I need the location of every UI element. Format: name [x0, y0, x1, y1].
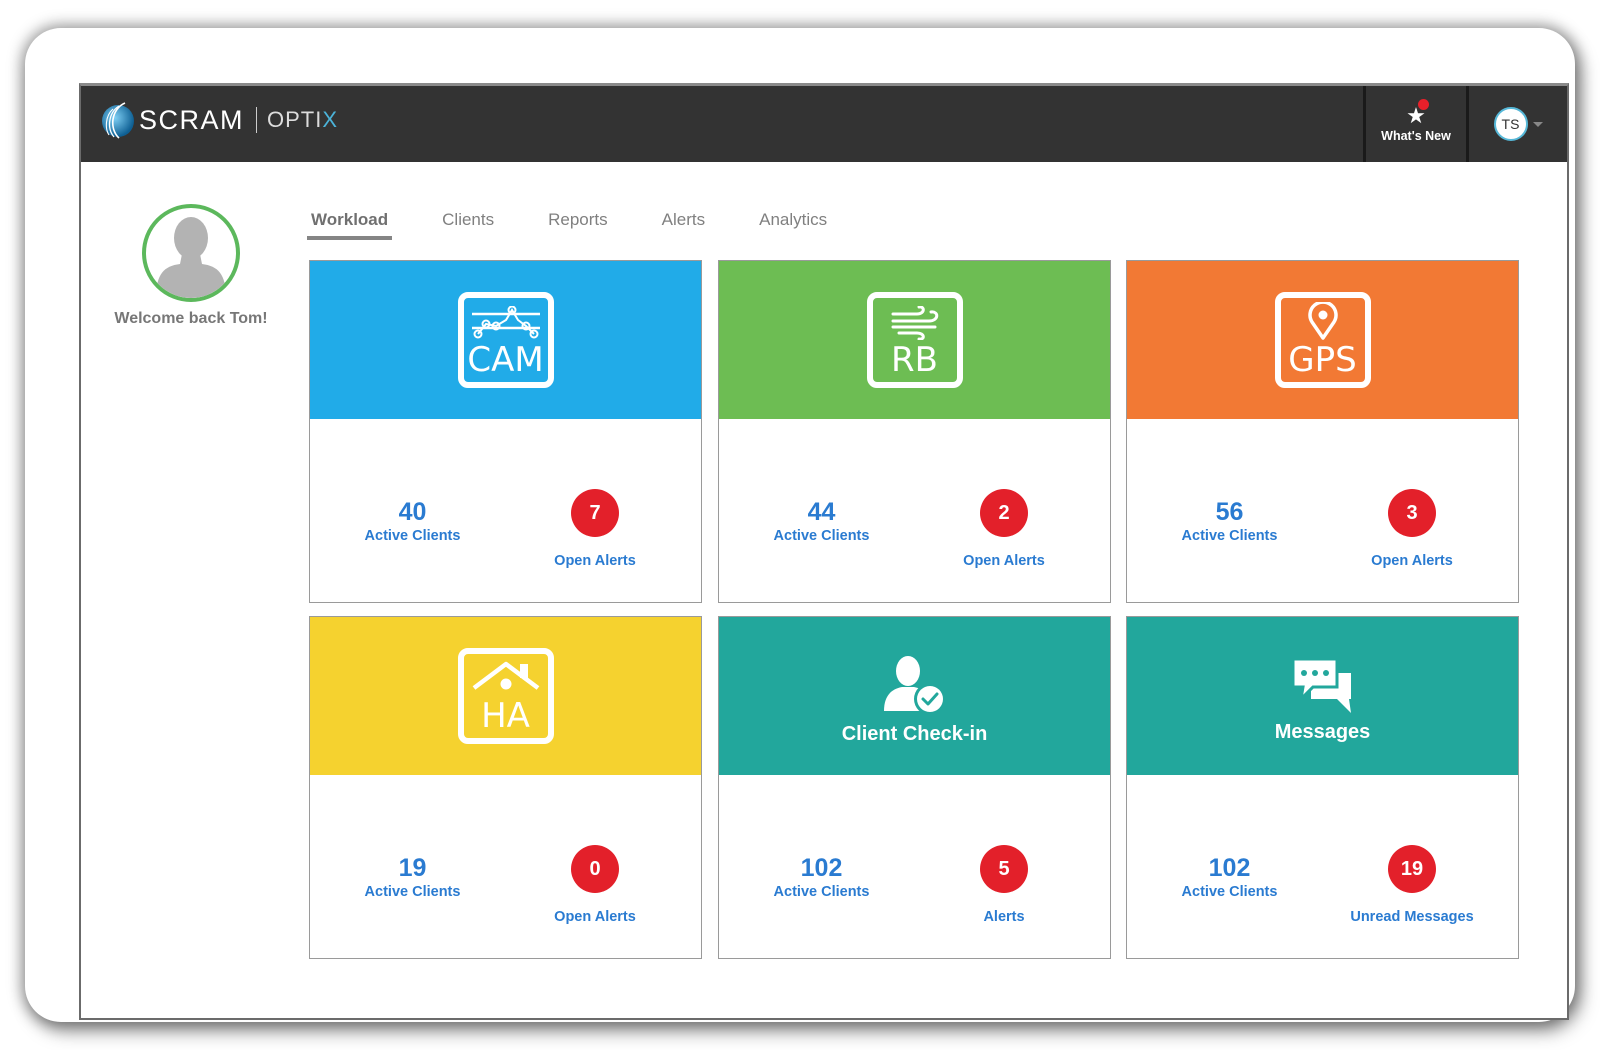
active-clients-count: 44: [807, 498, 836, 526]
scram-globe-icon: [99, 101, 137, 139]
active-clients-stat[interactable]: 19 Active Clients: [310, 855, 515, 900]
active-clients-label: Active Clients: [773, 528, 870, 544]
alert-count-badge: 3: [1388, 489, 1436, 537]
house-icon: [472, 661, 539, 690]
tile-ha[interactable]: HA 19 Active Clients 0 Open Alerts: [309, 616, 702, 959]
alert-count-badge: 5: [980, 845, 1028, 893]
alerts-label: Alerts: [983, 909, 1025, 925]
open-alerts-label: Open Alerts: [1371, 553, 1453, 569]
cam-badge: CAM: [457, 292, 554, 388]
tile-body: 40 Active Clients 7 Open Alerts: [310, 419, 701, 602]
anklet-chain-icon: [471, 306, 540, 339]
tile-body: 44 Active Clients 2 Open Alerts: [719, 419, 1110, 602]
tab-clients[interactable]: Clients: [438, 206, 498, 240]
alert-count-badge: 2: [980, 489, 1028, 537]
user-check-icon: [883, 655, 946, 715]
ha-badge: HA: [457, 648, 554, 744]
alerts-stat[interactable]: 5 Alerts: [914, 845, 1094, 925]
tile-title: Client Check-in: [841, 722, 988, 745]
tab-reports[interactable]: Reports: [544, 206, 612, 240]
tile-abbr: GPS: [1288, 340, 1357, 380]
tile-rb[interactable]: RB 44 Active Clients 2 Open Alerts: [718, 260, 1111, 603]
rb-badge: RB: [866, 292, 963, 388]
tile-client-check-in[interactable]: Client Check-in 102 Active Clients 5 Ale…: [718, 616, 1111, 959]
open-alerts-label: Open Alerts: [554, 553, 636, 569]
product-name-prefix: OPTI: [267, 107, 323, 132]
active-clients-stat[interactable]: 56 Active Clients: [1127, 499, 1332, 544]
open-alerts-label: Open Alerts: [963, 553, 1045, 569]
star-icon: ★: [1406, 98, 1430, 126]
open-alerts-stat[interactable]: 2 Open Alerts: [914, 489, 1094, 569]
tile-body: 56 Active Clients 3 Open Alerts: [1127, 419, 1518, 602]
app-screen: SCRAM OPTIX ★ What's New TS Welcome back…: [79, 83, 1569, 1020]
active-clients-stat[interactable]: 40 Active Clients: [310, 499, 515, 544]
open-alerts-label: Open Alerts: [554, 909, 636, 925]
tile-header: Messages: [1127, 617, 1518, 775]
open-alerts-stat[interactable]: 0 Open Alerts: [505, 845, 685, 925]
tab-alerts[interactable]: Alerts: [658, 206, 709, 240]
active-clients-label: Active Clients: [773, 884, 870, 900]
open-alerts-stat[interactable]: 3 Open Alerts: [1322, 489, 1502, 569]
tile-header: RB: [719, 261, 1110, 419]
device-frame: SCRAM OPTIX ★ What's New TS Welcome back…: [25, 28, 1575, 1022]
tile-header: HA: [310, 617, 701, 775]
tile-abbr: CAM: [467, 340, 544, 380]
active-clients-stat[interactable]: 102 Active Clients: [1127, 855, 1332, 900]
alert-count-badge: 7: [571, 489, 619, 537]
active-clients-count: 102: [800, 854, 843, 882]
tile-header: GPS: [1127, 261, 1518, 419]
chat-bubbles-icon: [1291, 657, 1351, 713]
active-clients-label: Active Clients: [1181, 884, 1278, 900]
unread-messages-stat[interactable]: 19 Unread Messages: [1322, 845, 1502, 925]
chevron-down-icon[interactable]: [1532, 121, 1543, 127]
active-clients-count: 102: [1208, 854, 1251, 882]
active-clients-count: 19: [398, 854, 427, 882]
active-clients-count: 56: [1215, 498, 1244, 526]
tile-body: 102 Active Clients 5 Alerts: [719, 775, 1110, 958]
brand-name: SCRAM: [139, 104, 245, 135]
main-tabs: Workload Clients Reports Alerts Analytic…: [307, 206, 877, 240]
tile-header: Client Check-in: [719, 617, 1110, 775]
gps-badge: GPS: [1274, 292, 1371, 388]
active-clients-label: Active Clients: [364, 528, 461, 544]
profile-avatar[interactable]: [142, 204, 240, 302]
product-name-suffix: X: [322, 107, 339, 132]
logo-divider: [256, 107, 258, 133]
tile-body: 102 Active Clients 19 Unread Messages: [1127, 775, 1518, 958]
welcome-message: Welcome back Tom!: [114, 310, 268, 327]
unread-count-badge: 19: [1388, 845, 1436, 893]
active-clients-count: 40: [398, 498, 427, 526]
active-clients-label: Active Clients: [1181, 528, 1278, 544]
tile-abbr: RB: [891, 340, 938, 380]
alert-count-badge: 0: [571, 845, 619, 893]
tile-abbr: HA: [481, 696, 530, 736]
top-bar: SCRAM OPTIX ★ What's New TS: [81, 86, 1567, 162]
active-clients-label: Active Clients: [364, 884, 461, 900]
open-alerts-stat[interactable]: 7 Open Alerts: [505, 489, 685, 569]
breath-wind-icon: [891, 306, 938, 340]
active-clients-stat[interactable]: 44 Active Clients: [719, 499, 924, 544]
tile-body: 19 Active Clients 0 Open Alerts: [310, 775, 701, 958]
tile-cam[interactable]: CAM 40 Active Clients 7 Open Alerts: [309, 260, 702, 603]
user-menu[interactable]: TS: [1469, 86, 1567, 162]
tile-messages[interactable]: Messages 102 Active Clients 19 Unread Me…: [1126, 616, 1519, 959]
profile-panel: Welcome back Tom!: [101, 204, 281, 328]
tab-analytics[interactable]: Analytics: [755, 206, 831, 240]
product-name: OPTIX: [267, 107, 338, 133]
logo[interactable]: SCRAM OPTIX: [99, 100, 338, 140]
whats-new-label: What's New: [1381, 128, 1451, 143]
tile-header: CAM: [310, 261, 701, 419]
tile-gps[interactable]: GPS 56 Active Clients 3 Open Alerts: [1126, 260, 1519, 603]
whats-new-button[interactable]: ★ What's New: [1363, 86, 1469, 162]
notification-dot: [1418, 98, 1430, 110]
map-pin-icon: [1307, 302, 1338, 340]
user-silhouette-icon: [156, 217, 226, 298]
unread-messages-label: Unread Messages: [1350, 909, 1474, 925]
tile-title: Messages: [1274, 720, 1371, 743]
tab-workload[interactable]: Workload: [307, 206, 393, 240]
user-avatar[interactable]: TS: [1493, 107, 1528, 141]
active-clients-stat[interactable]: 102 Active Clients: [719, 855, 924, 900]
